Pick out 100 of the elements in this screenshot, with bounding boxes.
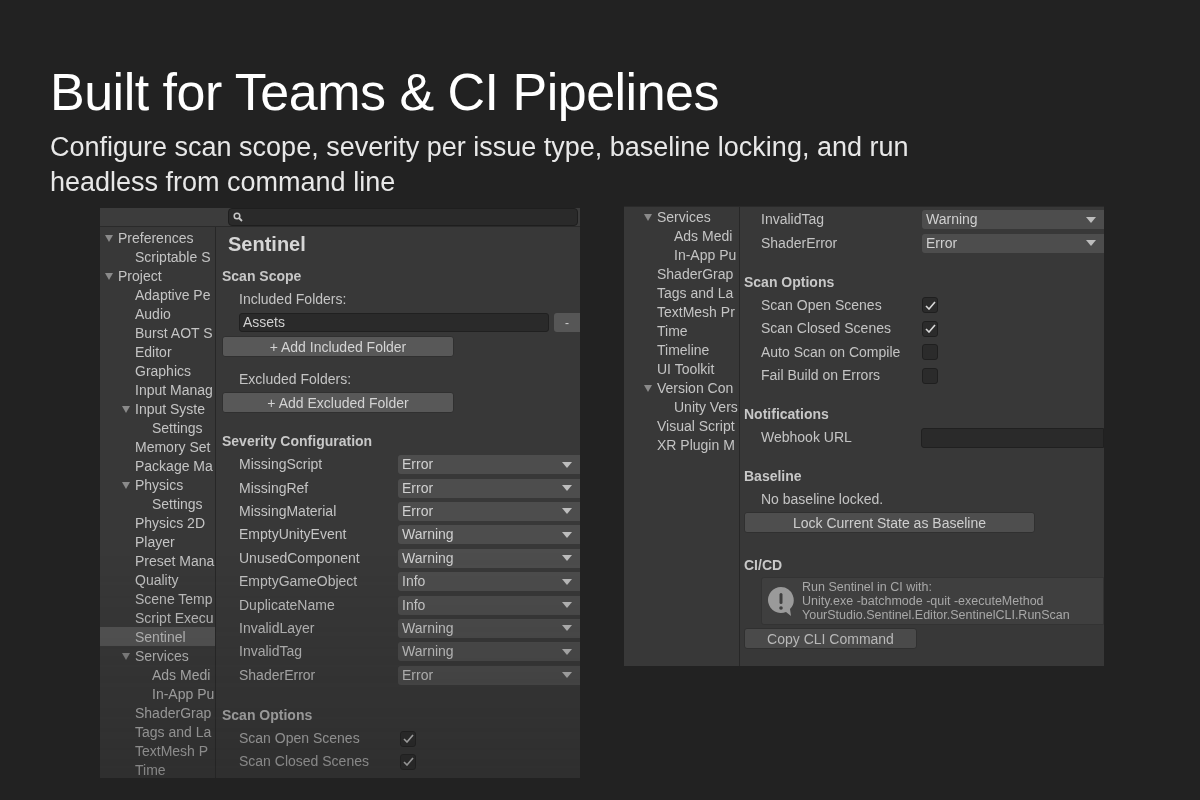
severity-dropdown[interactable]: Info [398,595,580,615]
checkbox[interactable] [400,730,416,747]
sidebar-item[interactable]: ShaderGrap [100,703,215,722]
option-label: Scan Open Scenes [239,729,361,749]
page-title: Sentinel [227,232,307,257]
webhook-url-field[interactable] [921,427,1104,448]
sidebar-item[interactable]: Visual Script [639,416,739,435]
sidebar-item[interactable]: Unity Vers [639,397,739,416]
help-text: YourStudio.Sentinel.Editor.SentinelCLI.RunScan [802,608,1070,623]
checkmark-icon [402,734,414,744]
caret-icon [562,485,572,492]
issue-type-label: InvalidTag [761,210,826,230]
expanded-arrow-icon[interactable] [104,232,114,243]
sidebar-item[interactable]: Time [100,760,215,778]
add-excluded-folder-button[interactable]: + Add Excluded Folder [222,392,454,413]
severity-dropdown[interactable]: Warning [398,618,580,638]
sidebar-item[interactable]: Project [100,266,215,285]
sidebar-item[interactable]: Tags and La [639,283,739,302]
field-label: Webhook URL [761,428,853,448]
issue-type-label: EmptyGameObject [239,572,359,592]
sidebar-item[interactable]: Graphics [100,361,215,380]
sidebar-item[interactable]: Scene Temp [100,589,215,608]
option-label: Scan Open Scenes [761,295,883,315]
sidebar-item[interactable]: Quality [100,570,215,589]
expanded-arrow-icon[interactable] [104,270,114,281]
checkbox[interactable] [400,754,416,770]
severity-dropdown[interactable]: Error [398,501,580,521]
expanded-arrow-icon[interactable] [643,382,653,393]
severity-dropdown[interactable]: Error [398,665,580,685]
severity-dropdown[interactable]: Warning [398,642,580,662]
sidebar-item[interactable]: Input Manag [100,380,215,399]
add-included-folder-button[interactable]: + Add Included Folder [222,336,454,357]
sidebar-item[interactable]: Memory Set [100,437,215,456]
checkmark-icon [924,300,936,310]
checkbox[interactable] [922,344,938,361]
option-label: Fail Build on Errors [761,366,882,386]
sidebar-item[interactable]: Preset Mana [100,551,215,570]
section-heading: CI/CD [744,556,784,576]
severity-dropdown[interactable]: Info [398,572,580,592]
sidebar-item[interactable]: Adaptive Pe [100,285,215,304]
sidebar-item[interactable]: Version Con [639,378,739,397]
lock-baseline-button[interactable]: Lock Current State as Baseline [744,512,1035,534]
help-text: Run Sentinel in CI with: [802,580,933,595]
severity-dropdown[interactable]: Error [398,478,580,498]
severity-dropdown[interactable]: Warning [922,210,1104,230]
checkbox[interactable] [922,367,938,384]
sidebar-item[interactable]: UI Toolkit [639,359,739,378]
field-label: Excluded Folders: [238,370,353,389]
checkbox[interactable] [922,297,938,314]
expanded-arrow-icon[interactable] [643,211,653,222]
checkbox[interactable] [922,320,938,337]
folder-field[interactable]: Assets [239,313,549,332]
caret-icon [562,578,572,585]
sidebar-item[interactable]: Ads Medi [100,665,215,684]
sidebar-item[interactable]: Preferences [100,228,215,247]
search-field[interactable] [228,208,578,226]
sidebar-item[interactable]: XR Plugin M [639,435,739,454]
sidebar-item[interactable]: ShaderGrap [639,264,739,283]
sidebar-item[interactable]: Settings [100,418,215,437]
sidebar-item[interactable]: Physics [100,475,215,494]
severity-dropdown[interactable]: Error [922,233,1104,253]
expanded-arrow-icon[interactable] [121,403,131,414]
sidebar-item[interactable]: In-App Pu [100,684,215,703]
sidebar-item[interactable]: Settings [100,494,215,513]
expanded-arrow-icon[interactable] [121,479,131,490]
sidebar-item[interactable]: TextMesh Pr [639,302,739,321]
sidebar-item[interactable]: Package Ma [100,456,215,475]
remove-button[interactable]: - [554,313,580,332]
sidebar-item[interactable]: Services [100,646,215,665]
sidebar-item[interactable]: Services [639,207,739,226]
sidebar-item[interactable]: Burst AOT S [100,323,215,342]
sidebar-item[interactable]: Physics 2D [100,513,215,532]
severity-dropdown[interactable]: Warning [398,548,580,568]
sidebar-item[interactable]: Script Execu [100,608,215,627]
sidebar-item[interactable]: Editor [100,342,215,361]
headline: Built for Teams & CI Pipelines [50,62,720,123]
sidebar-item[interactable]: Player [100,532,215,551]
sidebar-item[interactable]: Audio [100,304,215,323]
sidebar-item[interactable]: Ads Medi [639,226,739,245]
sidebar-item[interactable]: Time [639,321,739,340]
sidebar-item[interactable]: Timeline [639,340,739,359]
sidebar-item[interactable]: Input Syste [100,399,215,418]
sidebar-item[interactable]: TextMesh P [100,741,215,760]
issue-type-label: MissingRef [239,478,310,498]
sidebar-item[interactable]: Sentinel [100,627,215,646]
sidebar-item[interactable]: In-App Pu [639,245,739,264]
caret-icon [562,531,572,538]
copy-cli-command-button[interactable]: Copy CLI Command [744,628,917,650]
caret-icon [1086,216,1096,223]
issue-type-label: DuplicateName [239,595,336,615]
sidebar-item[interactable]: Tags and La [100,722,215,741]
issue-type-label: MissingMaterial [239,501,338,521]
sidebar-item[interactable]: Scriptable S [100,247,215,266]
option-label: Scan Closed Scenes [761,319,892,339]
severity-dropdown[interactable]: Warning [398,525,580,545]
issue-type-label: MissingScript [239,455,324,475]
field-label: Included Folders: [238,290,348,309]
severity-dropdown[interactable]: Error [398,455,580,475]
expanded-arrow-icon[interactable] [121,650,131,661]
section-heading: Notifications [744,405,830,425]
